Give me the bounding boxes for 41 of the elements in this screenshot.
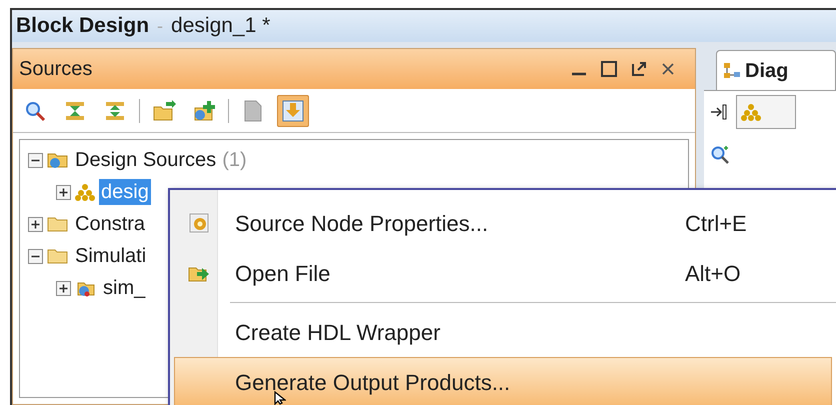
panel-title: Sources: [19, 57, 92, 82]
title-separator: -: [157, 14, 164, 38]
expand-toggle-icon[interactable]: [28, 216, 43, 232]
item-count: (1): [222, 148, 247, 173]
collapse-toggle-icon[interactable]: [28, 152, 43, 168]
zoom-in-icon[interactable]: [710, 145, 730, 165]
folder-icon: [47, 215, 69, 233]
toolbar-button[interactable]: [277, 94, 309, 126]
menu-item[interactable]: Source Node Properties... Ctrl+E: [174, 198, 832, 248]
pyramid-icon: [75, 183, 95, 201]
diagram-tab[interactable]: Diag: [716, 50, 836, 90]
tree-item[interactable]: Simulati: [73, 243, 148, 269]
pyramid-icon: [741, 103, 761, 121]
tree-item[interactable]: sim_: [101, 275, 148, 301]
expand-toggle-icon[interactable]: [56, 184, 71, 200]
menu-item[interactable]: Open File Alt+O: [174, 248, 832, 298]
menu-item[interactable]: Generate Output Products...: [174, 357, 832, 405]
design-tab[interactable]: [736, 95, 796, 129]
tree-item[interactable]: Design Sources: [73, 147, 218, 173]
menu-item[interactable]: Create HDL Wrapper: [174, 307, 832, 357]
folder-icon: [47, 247, 69, 265]
expand-all-icon: [104, 100, 126, 122]
document-icon: [244, 100, 262, 122]
expand-toggle-icon[interactable]: [56, 280, 71, 296]
download-icon: [282, 100, 304, 122]
maximize-icon[interactable]: [601, 61, 617, 77]
tree-item[interactable]: Constra: [73, 211, 148, 237]
close-icon[interactable]: [661, 62, 675, 76]
diagram-icon: [723, 62, 741, 80]
collapse-toggle-icon[interactable]: [28, 248, 43, 264]
window-title: Block Design: [16, 13, 150, 40]
search-icon: [24, 100, 46, 122]
collapse-all-icon: [64, 100, 86, 122]
add-source-icon: [192, 100, 216, 122]
dock-arrow-icon[interactable]: [710, 103, 728, 121]
gear-icon: [189, 213, 209, 233]
mouse-cursor-icon: [274, 391, 286, 405]
folder-arrow-icon: [152, 100, 176, 122]
float-icon[interactable]: [631, 61, 647, 77]
document-name: design_1 *: [171, 13, 270, 40]
folder-icon: [47, 151, 69, 169]
